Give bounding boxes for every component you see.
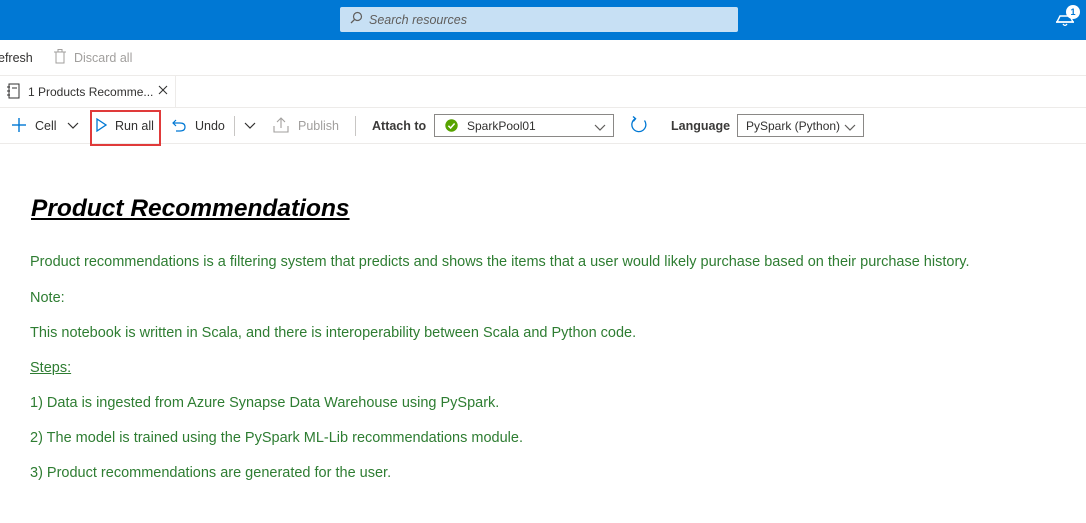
- search-placeholder: Search resources: [369, 12, 467, 27]
- chevron-down-icon: [594, 121, 606, 135]
- publish-label: Publish: [298, 119, 339, 133]
- discard-all-button[interactable]: Discard all: [54, 49, 132, 67]
- note-text: This notebook is written in Scala, and t…: [30, 325, 637, 341]
- chevron-down-icon: [244, 119, 256, 133]
- search-box[interactable]: Search resources: [340, 7, 738, 32]
- toolbar-divider: [234, 116, 235, 136]
- step-item: 3) Product recommendations are generated…: [30, 465, 392, 481]
- publish-icon: [273, 116, 289, 136]
- play-icon: [96, 117, 108, 135]
- attach-to-text: Attach to: [372, 119, 427, 133]
- refresh-button[interactable]: efresh: [0, 51, 33, 65]
- notifications-button[interactable]: 1: [1053, 5, 1081, 34]
- step-item: 1) Data is ingested from Azure Synapse D…: [30, 395, 500, 411]
- undo-dropdown[interactable]: [244, 116, 256, 136]
- run-all-button[interactable]: Run all: [96, 116, 154, 136]
- language-text: Language: [671, 119, 731, 133]
- notebook-title: Product Recommendations: [31, 195, 350, 222]
- search-icon: [350, 11, 363, 29]
- refresh-icon: [629, 115, 649, 138]
- cell-label: Cell: [35, 119, 57, 133]
- description-text: Product recommendations is a filtering s…: [30, 254, 970, 270]
- steps-label: Steps:: [30, 360, 72, 376]
- notification-icon: [1053, 15, 1077, 34]
- close-icon[interactable]: [157, 84, 169, 99]
- tab-title: 1 Products Recomme...: [28, 85, 154, 99]
- language-value: PySpark (Python): [746, 118, 841, 133]
- discard-all-label: Discard all: [74, 51, 133, 65]
- attach-to-label: Attach to: [372, 116, 426, 136]
- spark-pool-select[interactable]: SparkPool01: [434, 114, 614, 137]
- notebook-toolbar: Cell Run all Undo Publish Attach to Spar…: [0, 108, 1086, 144]
- run-all-label: Run all: [115, 119, 154, 133]
- undo-icon: [172, 118, 186, 135]
- notification-badge: 1: [1066, 5, 1080, 19]
- tab-bar: 1 Products Recomme...: [0, 76, 1086, 108]
- toolbar-divider: [355, 116, 356, 136]
- command-bar: efresh Discard all: [0, 40, 1086, 76]
- language-label: Language: [671, 116, 730, 136]
- chevron-down-icon: [844, 121, 856, 135]
- undo-button[interactable]: Undo: [172, 116, 225, 136]
- language-select[interactable]: PySpark (Python): [737, 114, 864, 137]
- undo-label: Undo: [195, 119, 225, 133]
- refresh-pool-button[interactable]: [629, 115, 649, 138]
- note-label: Note:: [30, 290, 65, 306]
- step-item: 2) The model is trained using the PySpar…: [30, 430, 523, 446]
- publish-button[interactable]: Publish: [273, 116, 339, 136]
- plus-icon: [11, 117, 27, 136]
- tab-notebook[interactable]: 1 Products Recomme...: [0, 76, 176, 108]
- top-bar: Search resources 1: [0, 0, 1086, 40]
- check-circle-icon: [445, 119, 458, 132]
- chevron-down-icon: [67, 119, 79, 133]
- notebook-icon: [7, 83, 21, 102]
- trash-icon: [54, 49, 66, 67]
- spark-pool-value: SparkPool01: [467, 118, 536, 133]
- add-cell-button[interactable]: Cell: [11, 116, 79, 136]
